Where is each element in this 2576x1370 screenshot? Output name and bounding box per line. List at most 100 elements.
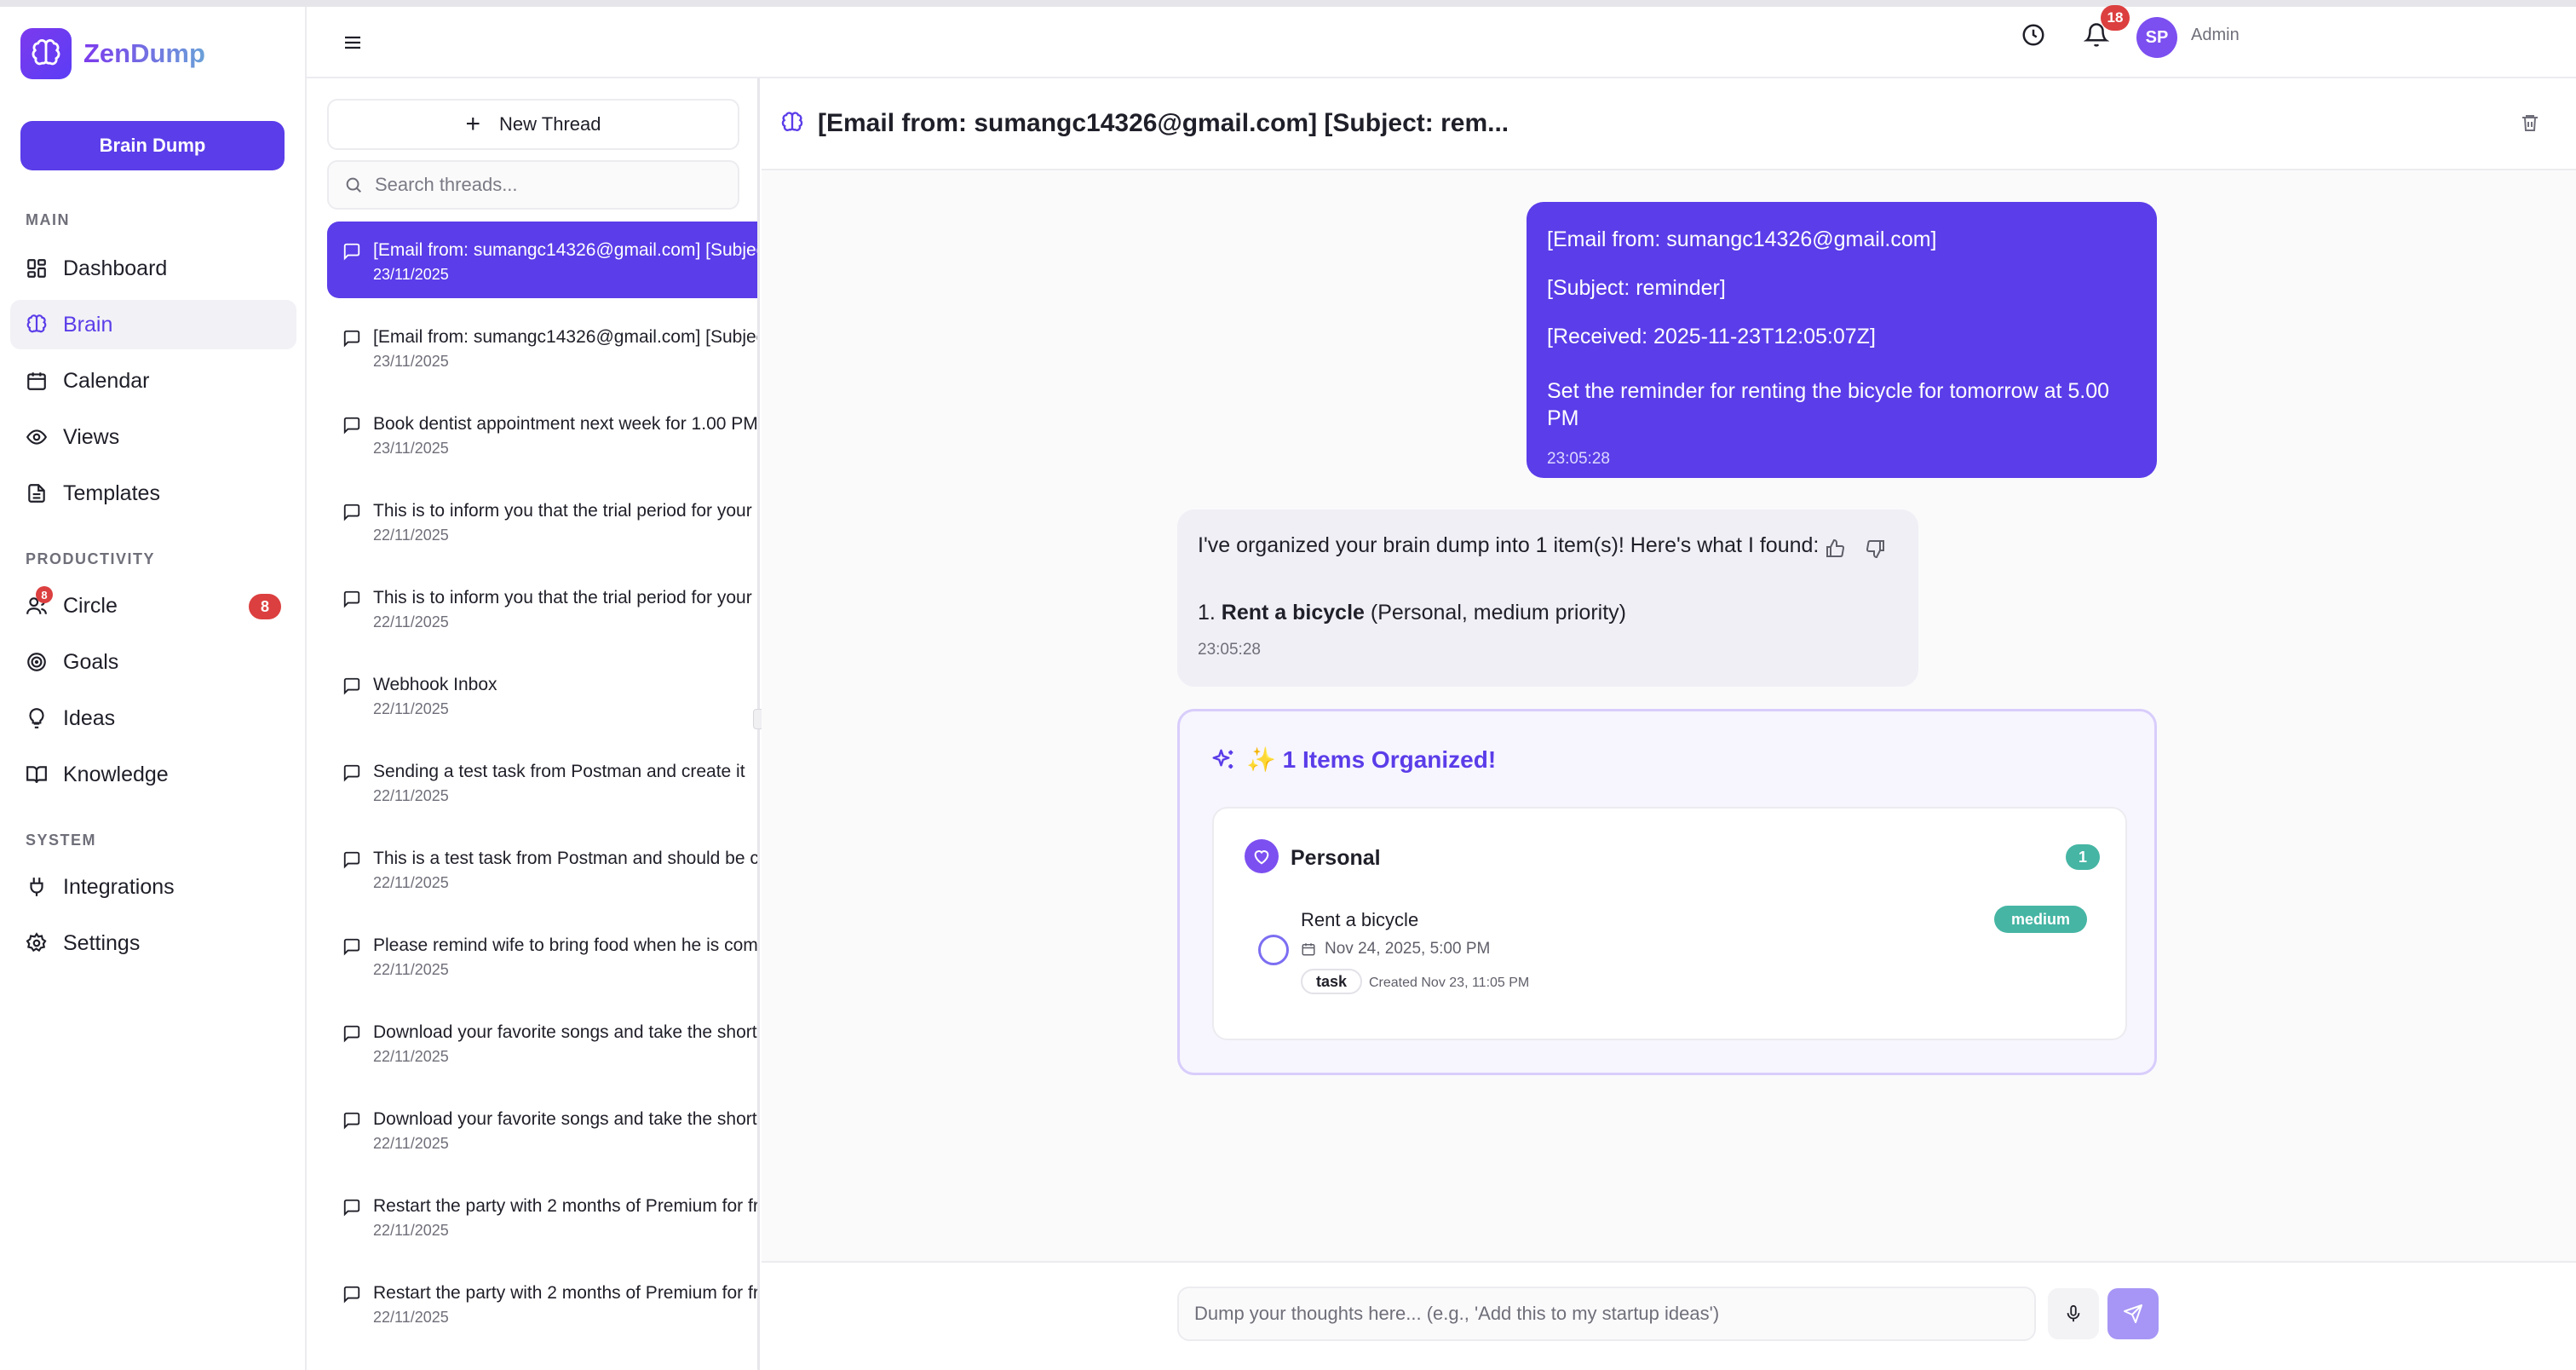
notification-count-badge: 18 (2101, 5, 2130, 31)
assistant-message-item: 1. Rent a bicycle (Personal, medium prio… (1198, 601, 1898, 625)
thread-list-item[interactable]: This is to inform you that the trial per… (327, 482, 757, 559)
sidebar-item-dashboard[interactable]: Dashboard (10, 244, 296, 293)
thread-list-item[interactable]: This is to inform you that the trial per… (327, 569, 757, 646)
delete-thread-trash-icon[interactable] (2520, 112, 2540, 133)
message-square-icon (342, 850, 361, 869)
message-input-box[interactable] (1177, 1287, 2036, 1341)
app-logo[interactable]: ZenDump (20, 27, 205, 80)
user-message-line: Set the reminder for renting the bicycle… (1547, 379, 2110, 430)
gear-icon (26, 932, 48, 954)
sidebar-item-goals[interactable]: Goals (10, 637, 296, 687)
assistant-message-intro: I've organized your brain dump into 1 it… (1198, 533, 1820, 557)
thread-title: Download your favorite songs and take th… (373, 1109, 760, 1129)
circle-count-badge: 8 (249, 594, 281, 619)
thread-list-item[interactable]: Download your favorite songs and take th… (327, 1091, 760, 1167)
thread-search-input[interactable] (375, 174, 733, 196)
due-date-text: Nov 24, 2025, 5:00 PM (1325, 940, 1491, 958)
category-count-badge: 1 (2066, 844, 2100, 870)
thumbs-down-icon[interactable] (1866, 538, 1886, 559)
thread-list-item[interactable]: Please remind wife to bring food when he… (327, 917, 757, 993)
sparkles-icon (1210, 747, 1236, 773)
thread-date: 22/11/2025 (373, 613, 449, 630)
category-name: Personal (1291, 846, 1381, 870)
user-avatar[interactable]: SP (2136, 17, 2177, 58)
thread-date: 23/11/2025 (373, 353, 449, 370)
thread-list-item[interactable]: [Email from: sumangc14326@gmail.com] [Su… (327, 308, 757, 385)
thread-title: Restart the party with 2 months of Premi… (373, 1283, 760, 1303)
thumbs-up-icon[interactable] (1825, 538, 1845, 559)
brain-icon (780, 111, 804, 135)
thread-search-box[interactable] (327, 160, 739, 210)
assistant-message-bubble: I've organized your brain dump into 1 it… (1177, 509, 1918, 687)
new-thread-button[interactable]: + New Thread (327, 99, 739, 150)
chat-header: [Email from: sumangc14326@gmail.com] [Su… (762, 78, 2576, 170)
dashboard-icon (26, 257, 48, 279)
message-square-icon (342, 329, 361, 348)
thread-title: Download your favorite songs and take th… (373, 1022, 760, 1042)
message-square-icon (342, 242, 361, 261)
sidebar-item-label: Dashboard (63, 256, 168, 280)
users-icon: 8 (26, 586, 53, 617)
window-top-border (0, 0, 2576, 7)
user-role-label[interactable]: Admin (2191, 26, 2240, 45)
thread-date: 23/11/2025 (373, 440, 449, 457)
search-icon (344, 176, 363, 194)
thread-list-item[interactable]: Restart the party with 2 months of Premi… (327, 1264, 760, 1341)
brain-dump-button[interactable]: Brain Dump (20, 121, 285, 170)
task-complete-checkbox[interactable] (1258, 935, 1289, 965)
sidebar-item-knowledge[interactable]: Knowledge (10, 750, 296, 799)
task-type-tag: task (1301, 969, 1363, 994)
send-icon (2123, 1304, 2143, 1324)
thread-date: 23/11/2025 (373, 266, 449, 283)
send-button[interactable] (2107, 1288, 2159, 1339)
sidebar-item-label: Brain (63, 312, 113, 337)
message-square-icon (342, 503, 361, 521)
sidebar-item-label: Goals (63, 649, 119, 674)
sidebar-item-brain[interactable]: Brain (10, 300, 296, 349)
history-clock-icon[interactable] (2021, 22, 2046, 48)
section-label-productivity: PRODUCTIVITY (26, 550, 156, 567)
chat-title: [Email from: sumangc14326@gmail.com] [Su… (818, 109, 1509, 137)
message-square-icon (342, 676, 361, 695)
new-thread-label: New Thread (499, 113, 601, 135)
thread-list-item[interactable]: This is a test task from Postman and sho… (327, 830, 759, 907)
brain-icon (26, 314, 48, 336)
thread-date: 22/11/2025 (373, 961, 449, 978)
thread-list-item[interactable]: Download your favorite songs and take th… (327, 1004, 760, 1080)
message-input[interactable] (1194, 1303, 2012, 1325)
sidebar-item-circle[interactable]: 8 Circle 8 (10, 581, 296, 630)
priority-badge: medium (1994, 906, 2088, 933)
thread-list-item[interactable]: Sending a test task from Postman and cre… (327, 743, 757, 820)
thread-title: This is a test task from Postman and sho… (373, 849, 759, 868)
sidebar-item-settings[interactable]: Settings (10, 918, 296, 968)
sidebar-item-views[interactable]: Views (10, 412, 296, 462)
thread-title: This is to inform you that the trial per… (373, 501, 757, 521)
thread-title: Sending a test task from Postman and cre… (373, 762, 745, 781)
sidebar-item-integrations[interactable]: Integrations (10, 862, 296, 912)
sidebar-item-label: Circle (63, 593, 118, 618)
thread-list-item[interactable]: Book dentist appointment next week for 1… (327, 395, 757, 472)
heart-icon (1245, 839, 1279, 873)
thread-date: 22/11/2025 (373, 527, 449, 544)
thread-list-item[interactable]: Restart the party with 2 months of Premi… (327, 1177, 757, 1254)
sidebar-item-label: Calendar (63, 368, 150, 393)
thread-list-item[interactable]: [Email from: sumangc14326@gmail.com] [Su… (327, 222, 757, 298)
brain-logo-icon (20, 28, 72, 79)
thread-list-panel: + New Thread [Email from: sumangc14326@g… (308, 78, 760, 1370)
microphone-button[interactable] (2048, 1288, 2099, 1339)
sidebar-item-label: Ideas (63, 705, 116, 730)
plug-icon (26, 876, 48, 898)
hamburger-menu-icon[interactable] (342, 32, 363, 53)
task-created-at: Created Nov 23, 11:05 PM (1369, 976, 1530, 990)
message-composer (762, 1261, 2576, 1370)
message-square-icon (342, 1111, 361, 1130)
thread-date: 22/11/2025 (373, 787, 449, 804)
sidebar-item-label: Integrations (63, 874, 175, 899)
sidebar-item-templates[interactable]: Templates (10, 469, 296, 518)
sidebar-item-ideas[interactable]: Ideas (10, 694, 296, 743)
thread-date: 22/11/2025 (373, 1222, 449, 1239)
calendar-icon (26, 370, 48, 392)
microphone-icon (2064, 1304, 2083, 1323)
thread-list-item[interactable]: Webhook Inbox 22/11/2025 (327, 656, 757, 733)
sidebar-item-calendar[interactable]: Calendar (10, 356, 296, 406)
